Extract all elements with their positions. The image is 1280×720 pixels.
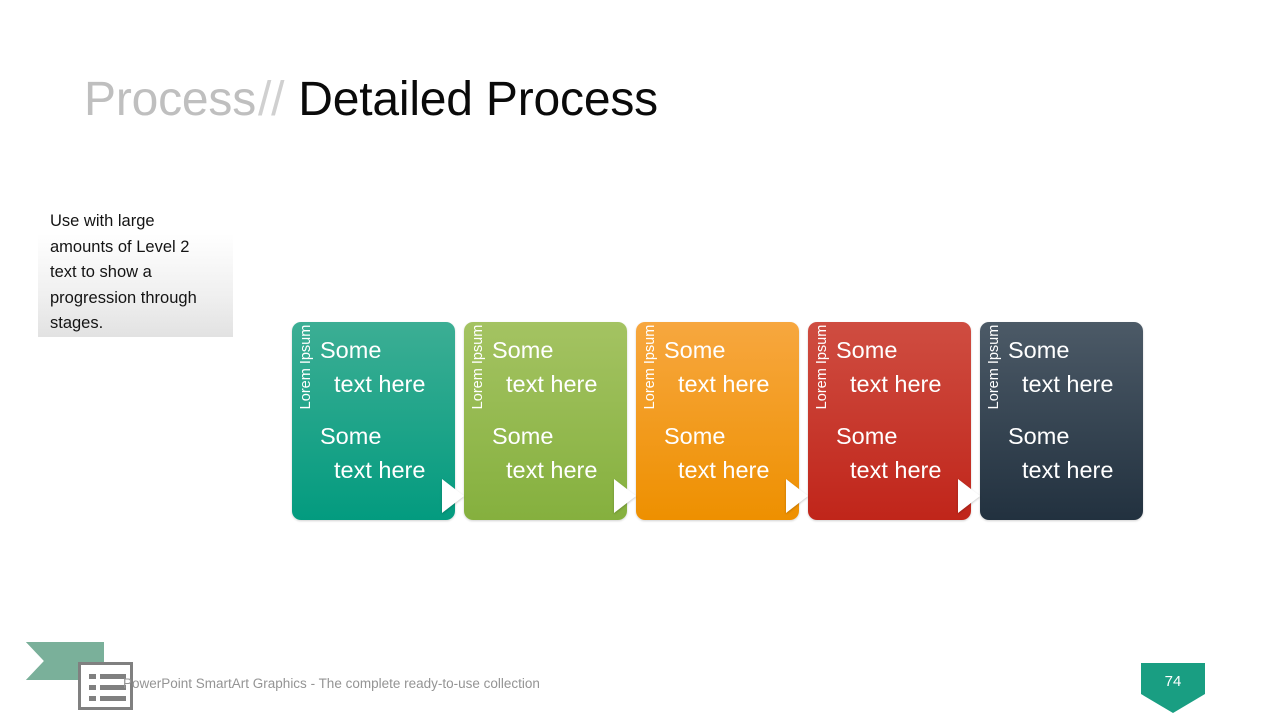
list-bullet	[89, 674, 96, 679]
card-text-block: Some text here	[492, 333, 619, 401]
title-prefix: Process	[84, 73, 256, 126]
card-text-block: Some text here	[492, 419, 619, 487]
list-bullet	[89, 685, 96, 690]
card-text-line: Some	[320, 337, 382, 363]
process-arrow-icon	[786, 479, 808, 513]
process-card[interactable]: Lorem Ipsum Some text here Some text here	[464, 322, 627, 520]
card-text-line: text here	[1022, 457, 1114, 483]
process-card[interactable]: Lorem Ipsum Some text here Some text here	[808, 322, 971, 520]
process-arrow-icon	[442, 479, 464, 513]
card-text-line: text here	[850, 457, 942, 483]
list-bullet	[89, 696, 96, 701]
card-vertical-label: Lorem Ipsum	[642, 324, 658, 410]
card-text-line: Some	[664, 423, 726, 449]
card-vertical-label: Lorem Ipsum	[470, 324, 486, 410]
card-text-line: text here	[506, 371, 598, 397]
process-arrow-icon	[958, 479, 980, 513]
card-text-line: Some	[492, 337, 554, 363]
card-text-line: text here	[678, 457, 770, 483]
card-text-line: Some	[1008, 337, 1070, 363]
card-text-block: Some text here	[320, 419, 447, 487]
card-text-block: Some text here	[664, 333, 791, 401]
process-card[interactable]: Lorem Ipsum Some text here Some text here	[636, 322, 799, 520]
card-text-line: Some	[320, 423, 382, 449]
process-diagram: Lorem Ipsum Some text here Some text here Lor…	[292, 322, 1144, 520]
title-main: Detailed Process	[298, 73, 658, 126]
card-text-line: text here	[334, 371, 426, 397]
description-text: Use with large amounts of Level 2 text t…	[50, 212, 197, 332]
card-vertical-label: Lorem Ipsum	[298, 324, 314, 410]
process-arrow-icon	[614, 479, 636, 513]
card-text-block: Some text here	[836, 333, 963, 401]
card-text-block: Some text here	[320, 333, 447, 401]
card-text-line: text here	[334, 457, 426, 483]
title-separator: //	[258, 73, 285, 126]
page-title: Process//Detailed Process	[84, 68, 658, 132]
page-number: 74	[1164, 673, 1182, 690]
card-text-line: Some	[664, 337, 726, 363]
card-text-block: Some text here	[1008, 333, 1135, 401]
footer-caption: PowerPoint SmartArt Graphics - The compl…	[123, 676, 540, 691]
card-vertical-label: Lorem Ipsum	[986, 324, 1002, 410]
process-card[interactable]: Lorem Ipsum Some text here Some text here	[980, 322, 1143, 520]
card-text-block: Some text here	[664, 419, 791, 487]
card-text-line: text here	[850, 371, 942, 397]
card-text-line: Some	[492, 423, 554, 449]
card-vertical-label: Lorem Ipsum	[814, 324, 830, 410]
card-text-line: Some	[836, 423, 898, 449]
footer-logo	[26, 640, 136, 712]
process-card[interactable]: Lorem Ipsum Some text here Some text here	[292, 322, 455, 520]
card-text-line: Some	[836, 337, 898, 363]
card-text-block: Some text here	[1008, 419, 1135, 487]
card-text-line: text here	[678, 371, 770, 397]
card-text-line: Some	[1008, 423, 1070, 449]
list-line	[100, 696, 126, 701]
description-box: Use with large amounts of Level 2 text t…	[38, 197, 233, 337]
card-text-line: text here	[1022, 371, 1114, 397]
card-text-block: Some text here	[836, 419, 963, 487]
card-text-line: text here	[506, 457, 598, 483]
page-number-badge: 74	[1141, 663, 1205, 713]
